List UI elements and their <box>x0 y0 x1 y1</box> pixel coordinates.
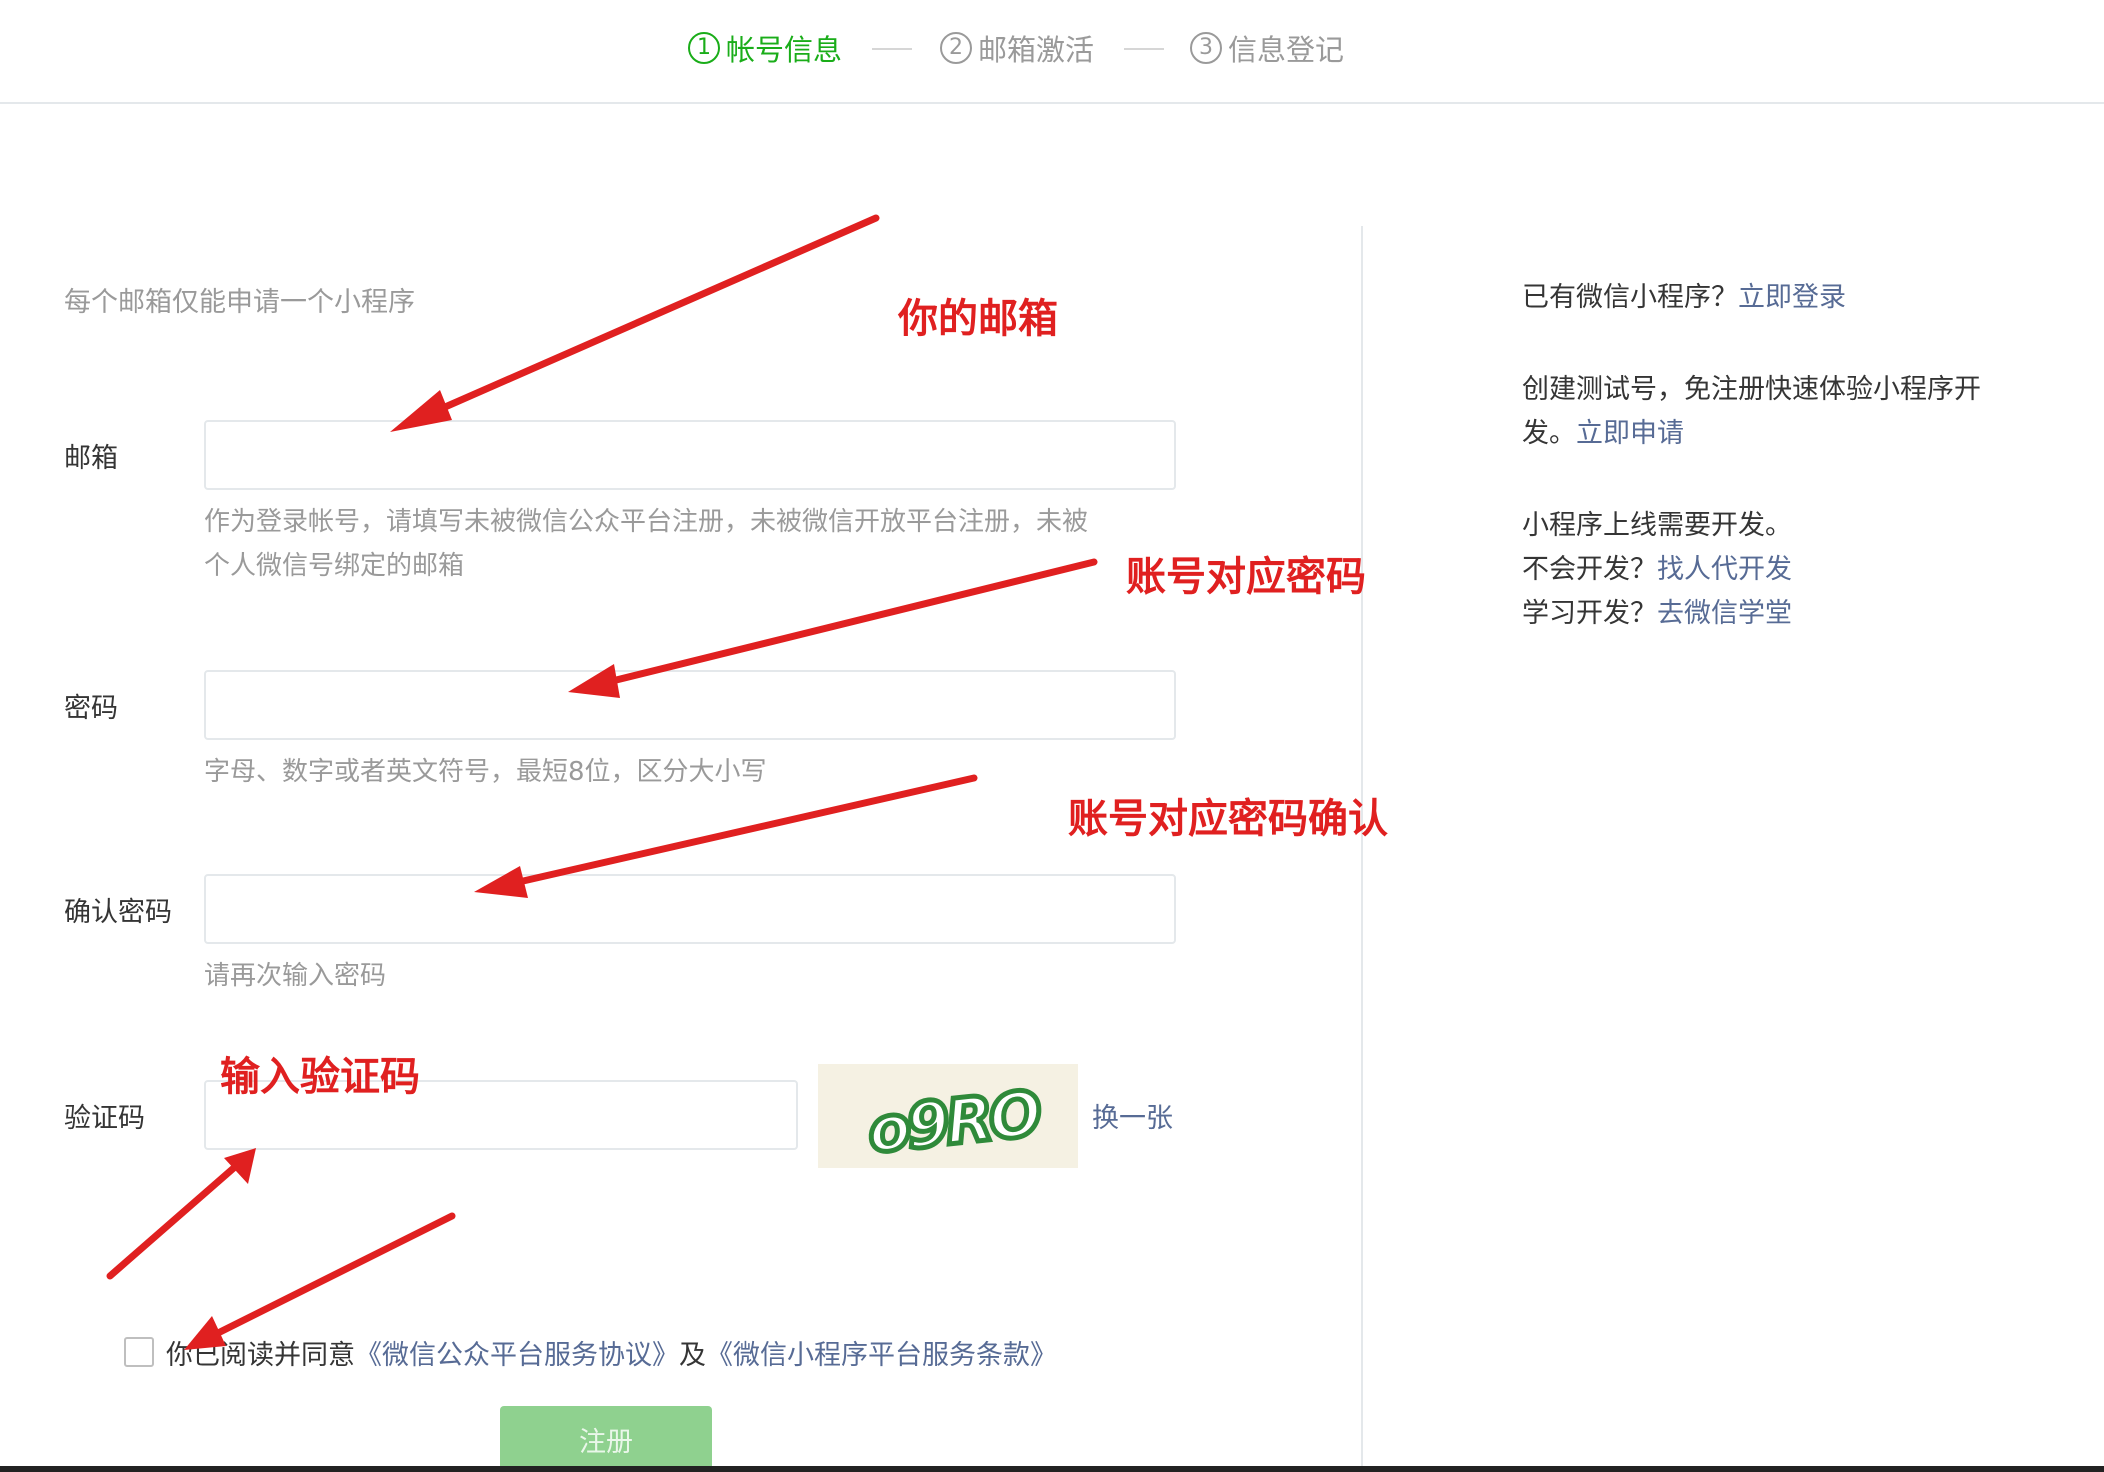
step-info-register: 3 信息登记 <box>1190 28 1344 68</box>
step-label: 信息登记 <box>1228 33 1345 67</box>
step-separator <box>1124 48 1164 50</box>
password-tip: 字母、数字或者英文符号，最短8位，区分大小写 <box>204 757 767 787</box>
learn-text: 学习开发？ <box>1522 598 1657 629</box>
arrowhead-captcha <box>224 1148 256 1184</box>
step-number: 2 <box>940 32 972 64</box>
test-account-hint: 创建测试号，免注册快速体验小程序开 发。立即申请 <box>1522 368 1981 456</box>
annotation-confirm: 账号对应密码确认 <box>1068 796 1388 842</box>
service-agreement-link[interactable]: 《微信公众平台服务协议》 <box>355 1333 679 1372</box>
confirm-password-label: 确认密码 <box>64 897 172 928</box>
captcha-label: 验证码 <box>64 1103 145 1134</box>
find-developer-link[interactable]: 找人代开发 <box>1657 554 1792 585</box>
wechat-academy-link[interactable]: 去微信学堂 <box>1657 598 1792 629</box>
step-email-activation: 2 邮箱激活 <box>940 28 1094 68</box>
dev-line: 小程序上线需要开发。 <box>1522 510 1792 541</box>
captcha-image-text: o9RO <box>864 1077 1043 1168</box>
email-input[interactable] <box>204 420 1176 490</box>
dev-hint: 小程序上线需要开发。 不会开发？找人代开发 学习开发？去微信学堂 <box>1522 504 1792 636</box>
annotation-email: 你的邮箱 <box>898 296 1058 342</box>
email-tip-line2: 个人微信号绑定的邮箱 <box>204 551 465 581</box>
password-label: 密码 <box>64 693 118 724</box>
form-notice: 每个邮箱仅能申请一个小程序 <box>64 287 415 318</box>
login-hint: 已有微信小程序？立即登录 <box>1522 276 1846 320</box>
step-number: 1 <box>688 32 720 64</box>
service-terms-link[interactable]: 《微信小程序平台服务条款》 <box>706 1333 1057 1372</box>
login-hint-text: 已有微信小程序？ <box>1522 282 1738 313</box>
step-account-info: 1 帐号信息 <box>688 28 842 68</box>
test-hint-line2: 发。立即申请 <box>1522 412 1981 456</box>
learn-line: 学习开发？去微信学堂 <box>1522 592 1792 636</box>
email-tip: 作为登录帐号，请填写未被微信公众平台注册，未被微信开放平台注册，未被 个人微信号… <box>204 500 1088 588</box>
step-label: 邮箱激活 <box>978 33 1095 67</box>
step-header: 1 帐号信息 2 邮箱激活 3 信息登记 <box>0 0 2104 104</box>
email-tip-line1: 作为登录帐号，请填写未被微信公众平台注册，未被微信开放平台注册，未被 <box>204 507 1089 537</box>
test-hint-line1: 创建测试号，免注册快速体验小程序开 <box>1522 374 1981 405</box>
step-number: 3 <box>1190 32 1222 64</box>
arrow-email <box>416 214 880 422</box>
register-button[interactable]: 注册 <box>500 1406 712 1472</box>
column-divider <box>1361 226 1363 1472</box>
step-label: 帐号信息 <box>726 33 843 67</box>
test-hint-line2-text: 发。 <box>1522 418 1576 449</box>
agree-middle: 及 <box>679 1339 706 1371</box>
nodev-line: 不会开发？找人代开发 <box>1522 548 1792 592</box>
password-input[interactable] <box>204 670 1176 740</box>
login-link[interactable]: 立即登录 <box>1738 282 1846 313</box>
agreement: 你已阅读并同意 《微信公众平台服务协议》 及 《微信小程序平台服务条款》 <box>124 1333 1057 1372</box>
annotation-password: 账号对应密码 <box>1126 554 1366 600</box>
captcha-refresh-link[interactable]: 换一张 <box>1092 1096 1173 1135</box>
confirm-password-input[interactable] <box>204 874 1176 944</box>
window-bottom-edge <box>0 1466 2104 1472</box>
agree-checkbox[interactable] <box>124 1337 154 1367</box>
agree-prefix: 你已阅读并同意 <box>166 1339 355 1371</box>
test-apply-link[interactable]: 立即申请 <box>1576 418 1684 449</box>
nodev-text: 不会开发？ <box>1522 554 1657 585</box>
email-label: 邮箱 <box>64 443 118 474</box>
annotation-captcha: 输入验证码 <box>220 1054 420 1100</box>
confirm-password-tip: 请再次输入密码 <box>204 961 387 991</box>
arrow-captcha <box>106 1162 240 1280</box>
captcha-image[interactable]: o9RO <box>818 1064 1078 1170</box>
step-separator <box>872 48 912 50</box>
arrow-checkbox <box>208 1212 456 1340</box>
